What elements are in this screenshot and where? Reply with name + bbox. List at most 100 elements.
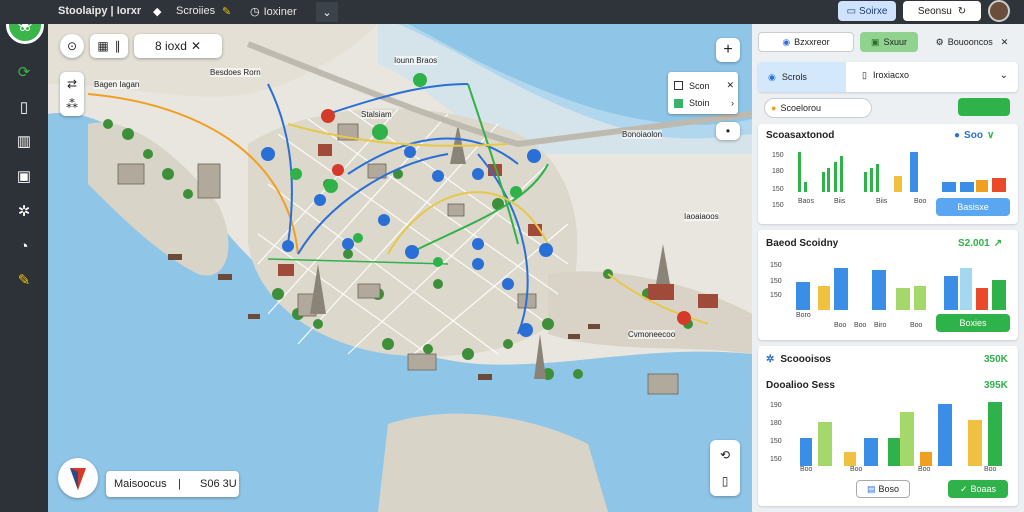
primary-button-label: Soirxe [859, 5, 888, 17]
dropdown-toggle[interactable]: ⌄ [316, 2, 338, 22]
compass-icon [70, 468, 86, 490]
close-icon[interactable]: ✕ [1001, 37, 1009, 48]
x-tick: Boo [984, 466, 997, 473]
primary-button[interactable]: ▭ Soirxe [838, 1, 896, 21]
card-value: ● Soo ∨ [954, 130, 994, 141]
zoom-in-button[interactable]: + [716, 38, 740, 62]
layers-icon: ▦ [97, 39, 109, 53]
compass[interactable] [58, 458, 98, 498]
y-tick: 180 [770, 420, 782, 427]
view-tools[interactable]: ⟲ ▯ [710, 440, 740, 496]
x-tick: Boo [914, 198, 927, 205]
layer-toggle[interactable]: ▦ ∥ [90, 34, 128, 58]
legend-row[interactable]: Stoin › [674, 98, 734, 108]
close-icon[interactable]: ✕ [726, 80, 734, 91]
search-right: S06 3U [200, 478, 237, 490]
pencil-icon[interactable]: ✎ [14, 270, 34, 290]
x-tick: Boo [834, 322, 847, 329]
gear-icon: ✲ [766, 354, 775, 365]
image-icon[interactable]: ▣ [14, 166, 34, 186]
card2-button[interactable]: Boxies [936, 314, 1010, 332]
tab-0[interactable]: ◉ Bzxxreor [758, 32, 854, 52]
action-select[interactable]: ● Scoelorou [764, 98, 872, 118]
refresh-icon: ↻ [957, 5, 967, 17]
nodes-icon: ⁂ [66, 97, 78, 111]
timer-icon[interactable]: ◔ [14, 236, 34, 256]
location-search[interactable]: Maisoocus | S06 3U [106, 471, 239, 497]
map-label: Iounn Braos [394, 56, 438, 65]
search-separator: | [178, 478, 181, 490]
card1-chart [798, 152, 1006, 192]
selector-row: ◉ Scrols ▯ Iroxiacxo ⌄ [758, 62, 1018, 92]
nav-item-1[interactable]: ◆ [153, 5, 161, 18]
edit-icon: ✎ [222, 6, 232, 18]
settings-icon[interactable]: ✲ [14, 201, 34, 221]
filter-chip[interactable]: 8 ioxd ✕ [134, 34, 222, 58]
document-icon[interactable]: ▯ [14, 97, 34, 117]
y-tick: 150 [772, 186, 784, 193]
map-tools[interactable]: ⇄ ⁂ [60, 72, 84, 116]
rotate-icon: ⟲ [719, 448, 731, 462]
selector-right[interactable]: ▯ Iroxiacxo [862, 70, 909, 81]
tab-1[interactable]: ▣ Sxuur [860, 32, 918, 52]
map-label: Bonoiaolon [622, 130, 663, 139]
tab-2[interactable]: ⚙ Bouooncos ✕ [926, 32, 1018, 52]
top-bar: Stoolaipy | Iorxr ◆ Scroiies ✎ ◷ Ioxiner… [0, 0, 1024, 24]
app-title: Stoolaipy | Iorxr [58, 5, 142, 17]
nav-item-2[interactable]: ✎ [222, 5, 231, 18]
card-value-text: S2.001 [958, 238, 990, 249]
book-icon: ▯ [862, 70, 867, 80]
y-tick: 150 [770, 438, 782, 445]
stats-card-2: Baeod Scoidny S2.001 ↗ 150 150 150 Boro … [758, 230, 1018, 340]
tab-icon: ◉ [782, 36, 791, 47]
y-tick: 150 [770, 278, 782, 285]
map-canvas[interactable] [48, 24, 752, 512]
filter-chip-label: 8 ioxd [154, 39, 187, 53]
check-icon: ✓ [959, 483, 968, 494]
y-tick: 150 [770, 292, 782, 299]
book-icon: ▯ [721, 474, 729, 488]
card-subvalue: 395K [984, 380, 1008, 391]
x-tick: Biis [876, 198, 888, 205]
diamond-icon: ◆ [153, 6, 162, 18]
right-panel: ◉ Bzxxreor ▣ Sxuur ⚙ Bouooncos ✕ ◉ Scrol… [752, 24, 1024, 512]
nav-item-3[interactable]: ◷ Ioxiner [250, 5, 297, 19]
user-avatar[interactable] [988, 0, 1010, 22]
tab-label: Bouooncos [947, 37, 993, 47]
x-tick: Boro [796, 312, 811, 319]
selector-right-label: Iroxiacxo [872, 70, 909, 80]
globe-icon: ◉ [768, 71, 776, 82]
card3-secondary-button[interactable]: ▤ Boso [856, 480, 910, 498]
close-icon: ✕ [190, 39, 202, 53]
zoom-out-button[interactable]: • [716, 122, 740, 140]
legend-label: Scon [689, 80, 710, 91]
card1-button[interactable]: Basisxe [936, 198, 1010, 216]
x-tick: Boo [850, 466, 863, 473]
y-tick: 150 [772, 152, 784, 159]
legend-swatch [674, 81, 683, 90]
chevron-right-icon[interactable]: › [731, 98, 734, 108]
dot-icon: ● [771, 103, 777, 113]
map-legend: Scon ✕ Stoin › [668, 72, 738, 114]
map-view[interactable]: Bagen Iagan Besdoes Rorn Iounn Braos Sta… [48, 24, 752, 512]
chevron-down-icon[interactable]: ⌄ [1000, 70, 1008, 81]
legend-row[interactable]: Scon ✕ [674, 80, 734, 91]
sync-icon[interactable]: ⟳ [14, 62, 34, 82]
left-sidebar: ❀ ⟳ ▯ ▥ ▣ ✲ ◔ ✎ [0, 0, 48, 512]
x-tick: Boo [800, 466, 813, 473]
y-tick: 180 [772, 168, 784, 175]
card-value: S2.001 ↗ [958, 238, 1002, 249]
x-tick: Baos [798, 198, 814, 205]
locate-button[interactable]: ⊙ [60, 34, 84, 58]
button-label: Boso [878, 484, 900, 494]
chart-icon[interactable]: ▥ [14, 131, 34, 151]
secondary-button[interactable]: Seonsu ↻ [903, 1, 981, 21]
selector-left[interactable]: ◉ Scrols [758, 62, 846, 92]
card-title: Baeod Scoidny [766, 238, 839, 249]
tab-label: Bzxxreor [794, 37, 830, 47]
card-title-row: ✲ Scoooisos [766, 354, 831, 365]
card-subtitle: Dooalioo Sess [766, 380, 835, 391]
nav-label-1[interactable]: Scroiies [176, 5, 215, 17]
action-button[interactable] [958, 98, 1010, 116]
card3-primary-button[interactable]: ✓ Boaas [948, 480, 1008, 498]
